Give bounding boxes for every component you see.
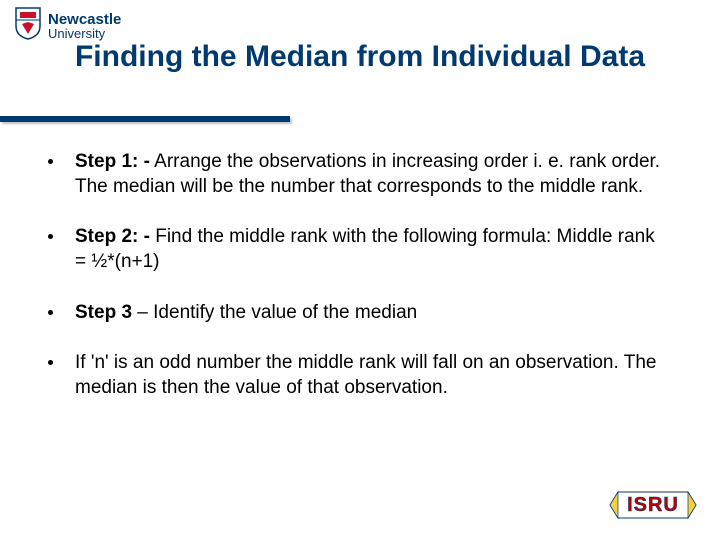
slide-title: Finding the Median from Individual Data	[0, 38, 720, 76]
bullet-icon	[48, 159, 53, 164]
bullet-text: Step 2: - Find the middle rank with the …	[75, 225, 668, 274]
isru-badge: ISRU	[608, 486, 698, 524]
bullet-text: If 'n' is an odd number the middle rank …	[75, 351, 668, 400]
list-item: Step 2: - Find the middle rank with the …	[48, 225, 668, 274]
list-item: If 'n' is an odd number the middle rank …	[48, 351, 668, 400]
logo-name: Newcastle	[48, 12, 121, 27]
list-item: Step 3 – Identify the value of the media…	[48, 301, 668, 326]
title-underline	[0, 116, 290, 122]
bullet-text: Step 1: - Arrange the observations in in…	[75, 150, 668, 199]
bullet-icon	[48, 360, 53, 365]
list-item: Step 1: - Arrange the observations in in…	[48, 150, 668, 199]
isru-label: ISRU	[627, 494, 679, 517]
bullet-text: Step 3 – Identify the value of the media…	[75, 301, 417, 326]
bullet-icon	[48, 310, 53, 315]
bullet-icon	[48, 234, 53, 239]
bullet-list: Step 1: - Arrange the observations in in…	[48, 150, 668, 427]
